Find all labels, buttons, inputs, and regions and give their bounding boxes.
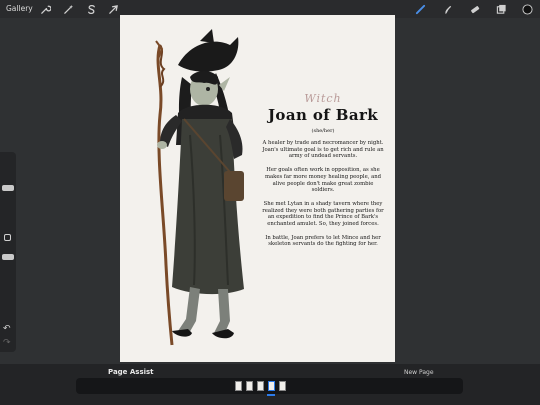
pronouns: (she/her) bbox=[311, 128, 335, 134]
gallery-button[interactable]: Gallery bbox=[6, 4, 33, 13]
new-page-button[interactable]: New Page bbox=[404, 369, 434, 376]
page-thumbnail[interactable] bbox=[246, 381, 253, 391]
bio-paragraph: She met Lytan in a shady tavern where th… bbox=[262, 200, 384, 228]
page-thumbnail[interactable] bbox=[279, 381, 286, 391]
bio-paragraph: In battle, Joan prefers to let Mince and… bbox=[265, 234, 381, 248]
page-thumbnail[interactable] bbox=[257, 381, 264, 391]
eraser-icon[interactable] bbox=[467, 2, 481, 16]
color-icon[interactable] bbox=[520, 2, 534, 16]
bio-paragraph: A healer by trade and necromancer by nig… bbox=[262, 140, 384, 160]
selected-page-indicator bbox=[267, 394, 275, 396]
arrow-icon[interactable] bbox=[106, 2, 120, 16]
page-assist-title: Page Assist bbox=[108, 368, 154, 376]
brush-size-slider[interactable] bbox=[2, 185, 14, 191]
layers-icon[interactable] bbox=[494, 2, 508, 16]
smudge-icon[interactable] bbox=[440, 2, 454, 16]
bio-paragraph: Her goals often work in opposition, as s… bbox=[264, 167, 382, 194]
opacity-slider[interactable] bbox=[2, 254, 14, 260]
wand-icon[interactable] bbox=[61, 2, 75, 16]
wrench-icon[interactable] bbox=[38, 2, 52, 16]
canvas-page[interactable]: Witch Joan of Bark (she/her) A healer by… bbox=[120, 15, 395, 362]
page-title: Joan of Bark bbox=[267, 106, 379, 124]
redo-icon[interactable]: ↷ bbox=[3, 338, 11, 348]
character-bio: Witch Joan of Bark (she/her) A healer by… bbox=[262, 92, 384, 255]
left-sidebar: ↶ ↷ bbox=[0, 152, 16, 352]
modify-button[interactable] bbox=[4, 234, 11, 241]
subtitle: Witch bbox=[304, 92, 342, 105]
undo-icon[interactable]: ↶ bbox=[3, 324, 11, 334]
page-thumbnail[interactable] bbox=[235, 381, 242, 391]
page-thumbnail-selected[interactable] bbox=[268, 381, 275, 391]
s-selection-icon[interactable] bbox=[84, 2, 98, 16]
brush-icon[interactable] bbox=[413, 2, 427, 16]
